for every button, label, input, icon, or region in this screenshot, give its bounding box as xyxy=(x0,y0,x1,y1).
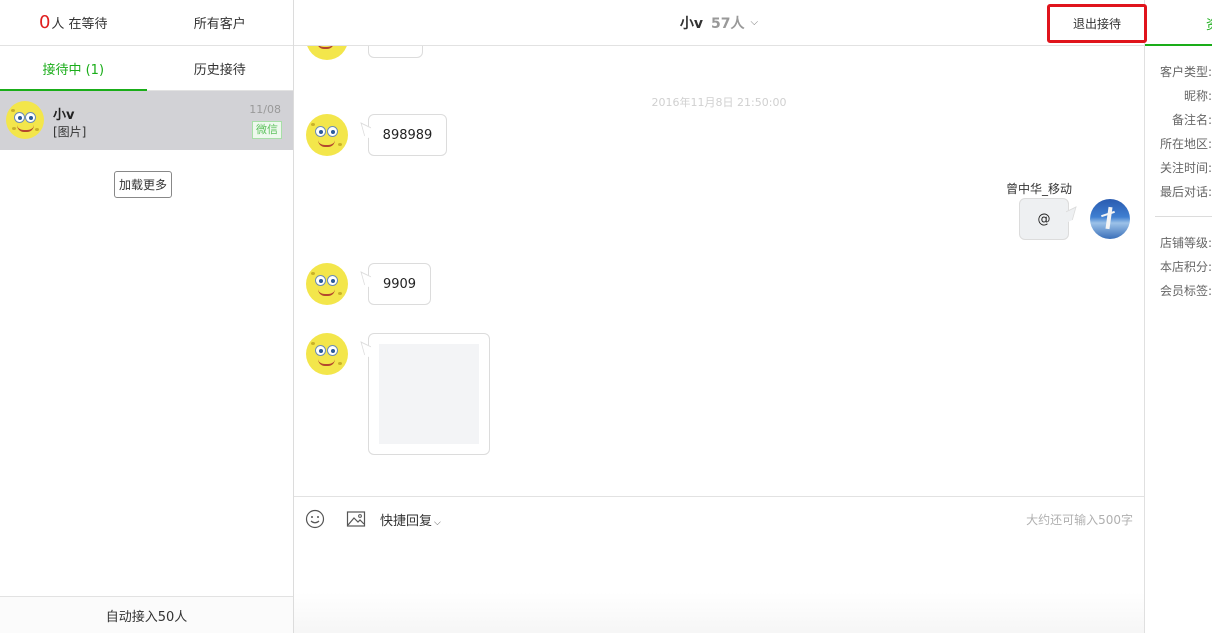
info-label-follow-time: 关注时间: xyxy=(1159,161,1212,175)
sender-name: 曾中华_移动 xyxy=(1005,182,1072,196)
tab-serving[interactable]: 接待中 (1) xyxy=(0,46,147,91)
quick-reply-label: 快捷回复 xyxy=(380,514,433,529)
message-bubble: 9909 xyxy=(368,263,431,305)
info-label-last-chat: 最后对话: xyxy=(1159,185,1212,199)
message-timestamp: 2016年11月8日 21:50:00 xyxy=(651,96,787,109)
agent-avatar xyxy=(1090,199,1130,239)
message-bubble-partial xyxy=(368,46,423,58)
customer-avatar xyxy=(306,114,348,156)
message-text: @ xyxy=(1037,211,1051,227)
info-label-customer-type: 客户类型: xyxy=(1159,65,1212,79)
channel-badge: 微信 xyxy=(252,121,282,139)
chat-title[interactable]: 小v xyxy=(680,13,703,33)
info-label-member-tags: 会员标签: xyxy=(1159,284,1212,298)
emoji-icon[interactable] xyxy=(305,509,325,529)
session-date: 11/08 xyxy=(249,103,281,116)
message-bubble-self: @ xyxy=(1019,198,1069,240)
waiting-counter[interactable]: 0 人 在等待 xyxy=(0,0,147,45)
customer-info-panel: 资 客户类型: 昵称: 备注名: 所在地区: 关注时间: 最后对话: 店铺等级:… xyxy=(1144,0,1212,633)
info-label-store-level: 店铺等级: xyxy=(1159,236,1212,250)
tab-history[interactable]: 历史接待 xyxy=(147,46,294,90)
message-input[interactable] xyxy=(294,537,1144,632)
message-list[interactable]: 2016年11月8日 21:50:00 898989 曾中华_移动 @ 9909 xyxy=(294,46,1144,496)
session-last-message: [图片] xyxy=(53,125,87,139)
tab-customer-info[interactable]: 资 xyxy=(1145,0,1212,46)
image-icon[interactable] xyxy=(346,509,366,529)
message-bubble: 898989 xyxy=(368,114,447,156)
char-remaining-hint: 大约还可输入500字 xyxy=(1026,513,1133,527)
customer-avatar xyxy=(306,46,348,60)
customer-avatar xyxy=(306,263,348,305)
session-list-item[interactable]: 小v [图片] 11/08 微信 xyxy=(0,91,293,150)
all-customers-link[interactable]: 所有客户 xyxy=(147,0,294,45)
sidebar-header: 0 人 在等待 所有客户 xyxy=(0,0,293,46)
customer-avatar xyxy=(306,333,348,375)
info-label-nickname: 昵称: xyxy=(1183,89,1212,103)
chat-header: 小v 57人 ⌵ 退出接待 xyxy=(294,0,1147,46)
image-message-bubble[interactable] xyxy=(368,333,490,455)
member-count[interactable]: 57人 xyxy=(711,13,744,33)
info-label-store-points: 本店积分: xyxy=(1159,260,1212,274)
info-label-region: 所在地区: xyxy=(1159,137,1212,151)
message-text: 898989 xyxy=(382,127,433,143)
customer-avatar xyxy=(6,101,44,139)
waiting-count: 0 xyxy=(38,12,51,33)
info-label-remark: 备注名: xyxy=(1171,113,1212,127)
load-more-button[interactable]: 加载更多 xyxy=(114,171,172,198)
exit-reception-button[interactable]: 退出接待 xyxy=(1047,4,1147,43)
auto-accept-button[interactable]: 自动接入50人 xyxy=(0,596,293,633)
session-customer-name: 小v xyxy=(53,108,75,123)
divider xyxy=(1155,216,1212,217)
quick-reply-dropdown[interactable]: 快捷回复 ⌵ xyxy=(380,510,441,529)
tab-customer-info-label: 资 xyxy=(1206,14,1212,33)
chevron-down-icon[interactable]: ⌵ xyxy=(751,17,759,28)
session-sidebar: 0 人 在等待 所有客户 接待中 (1) 历史接待 小v [图片] 11/08 … xyxy=(0,0,294,633)
chat-panel: 小v 57人 ⌵ 退出接待 2016年11月8日 21:50:00 898989… xyxy=(294,0,1147,633)
session-tabs: 接待中 (1) 历史接待 xyxy=(0,46,293,91)
chevron-down-icon: ⌵ xyxy=(434,518,441,528)
image-thumbnail[interactable] xyxy=(379,344,479,444)
message-text: 9909 xyxy=(382,276,417,292)
compose-area: 快捷回复 ⌵ 大约还可输入500字 xyxy=(294,496,1144,633)
waiting-label: 人 在等待 xyxy=(51,17,108,32)
